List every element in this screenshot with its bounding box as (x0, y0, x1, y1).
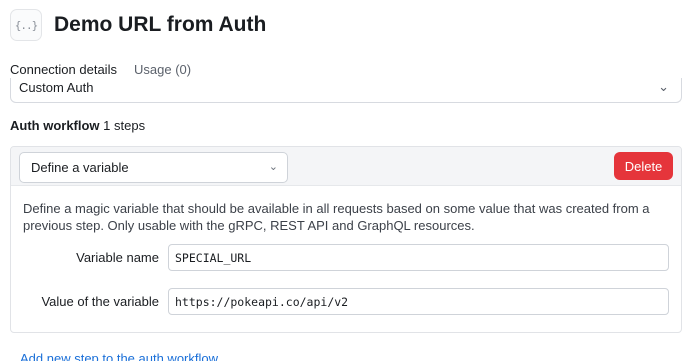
auth-type-select[interactable]: Custom Auth ⌄ (10, 78, 682, 103)
chevron-down-icon: ⌄ (268, 161, 278, 173)
curly-braces-glyph: {..} (14, 18, 38, 32)
add-step-link[interactable]: Add new step to the auth workflow (20, 351, 218, 361)
variable-value-input[interactable] (168, 288, 669, 315)
curly-braces-icon: {..} (10, 9, 42, 41)
page-header: {..} Demo URL from Auth (10, 7, 266, 43)
variable-name-label: Variable name (76, 250, 159, 265)
auth-workflow-label: Auth workflow (10, 118, 100, 133)
auth-workflow-steps-count: 1 steps (103, 118, 146, 133)
delete-step-button[interactable]: Delete (614, 152, 673, 180)
variable-value-label: Value of the variable (41, 294, 159, 309)
auth-workflow-heading: Auth workflow 1 steps (10, 118, 145, 133)
step-description: Define a magic variable that should be a… (23, 201, 650, 233)
auth-step-card: Define a variable ⌄ Delete Define a magi… (10, 146, 682, 333)
chevron-down-icon: ⌄ (658, 79, 669, 94)
variable-value-row: Value of the variable (11, 288, 681, 315)
step-type-value: Define a variable (31, 160, 129, 175)
page-title: Demo URL from Auth (54, 13, 267, 36)
auth-step-header: Define a variable ⌄ Delete (11, 147, 681, 186)
variable-name-input[interactable] (168, 244, 669, 271)
step-type-select[interactable]: Define a variable ⌄ (19, 152, 288, 183)
auth-type-value: Custom Auth (19, 80, 94, 95)
variable-name-row: Variable name (11, 244, 681, 271)
